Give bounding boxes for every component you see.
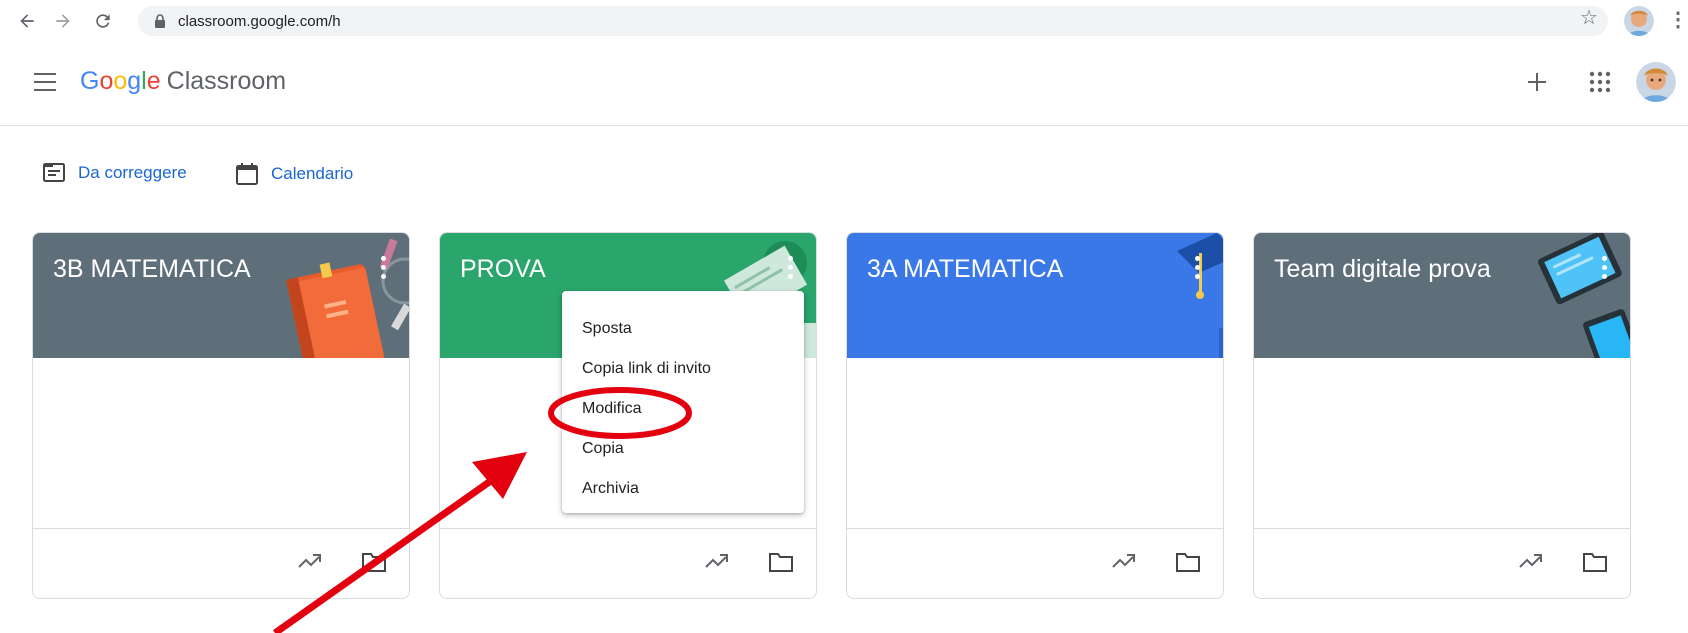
browser-toolbar: classroom.google.com/h ☆ ⋮: [0, 0, 1688, 42]
account-avatar[interactable]: [1636, 62, 1676, 102]
devices-illustration: [1538, 233, 1630, 358]
menu-item-copy-invite-link[interactable]: Copia link di invito: [562, 349, 804, 389]
class-title[interactable]: 3B MATEMATICA: [53, 255, 251, 284]
class-card-footer: [847, 528, 1223, 598]
trending-up-icon[interactable]: [1518, 551, 1544, 571]
to-review-link[interactable]: Da correggere: [42, 162, 187, 184]
url-text: classroom.google.com/h: [178, 13, 341, 30]
class-title[interactable]: 3A MATEMATICA: [867, 255, 1063, 284]
google-classroom-logo[interactable]: Google Classroom: [80, 67, 286, 96]
apps-grid-icon: [1589, 71, 1611, 93]
trending-up-icon[interactable]: [704, 551, 730, 571]
class-card-footer: [1254, 528, 1630, 598]
menu-item-archive[interactable]: Archivia: [562, 469, 804, 509]
books-illustration: [286, 238, 409, 358]
class-options-menu: Sposta Copia link di invito Modifica Cop…: [562, 291, 804, 513]
folder-icon[interactable]: [1582, 551, 1608, 573]
browser-menu-icon[interactable]: ⋮: [1668, 7, 1688, 32]
menu-item-move[interactable]: Sposta: [562, 309, 804, 349]
reload-icon[interactable]: [90, 8, 116, 34]
class-banner[interactable]: 3A MATEMATICA: [847, 233, 1223, 358]
to-review-label: Da correggere: [78, 163, 187, 182]
calendar-link[interactable]: Calendario: [235, 162, 353, 186]
main-menu-icon[interactable]: [34, 73, 56, 91]
plus-icon: [1528, 73, 1546, 91]
class-card-team-digitale-prova[interactable]: Team digitale prova: [1253, 232, 1631, 599]
bookmark-star-icon[interactable]: ☆: [1580, 8, 1598, 28]
class-title[interactable]: Team digitale prova: [1274, 255, 1491, 284]
google-apps-button[interactable]: [1578, 60, 1622, 104]
class-options-more-icon[interactable]: [373, 253, 393, 281]
assignment-icon: [43, 163, 65, 182]
lock-icon: [154, 14, 166, 33]
forward-arrow-icon[interactable]: [50, 8, 76, 34]
calendar-icon: [236, 163, 258, 185]
product-name: Classroom: [166, 67, 287, 95]
app-header: Google Classroom: [0, 42, 1688, 126]
class-options-more-icon[interactable]: [780, 253, 800, 281]
address-bar[interactable]: classroom.google.com/h: [138, 6, 1608, 36]
class-banner[interactable]: 3B MATEMATICA: [33, 233, 409, 358]
class-card-footer: [33, 528, 409, 598]
folder-icon[interactable]: [768, 551, 794, 573]
back-arrow-icon[interactable]: [14, 8, 40, 34]
class-card-footer: [440, 528, 816, 598]
class-options-more-icon[interactable]: [1187, 253, 1207, 281]
menu-item-edit[interactable]: Modifica: [562, 389, 804, 429]
calendar-label: Calendario: [271, 164, 354, 183]
graduation-cap-illustration: [1177, 233, 1223, 358]
class-card-3a-matematica[interactable]: 3A MATEMATICA: [846, 232, 1224, 599]
browser-profile-avatar[interactable]: [1624, 6, 1654, 36]
folder-icon[interactable]: [1175, 551, 1201, 573]
class-options-more-icon[interactable]: [1594, 253, 1614, 281]
create-join-class-button[interactable]: [1515, 60, 1559, 104]
class-card-3b-matematica[interactable]: 3B MATEMATICA: [32, 232, 410, 599]
class-title[interactable]: PROVA: [460, 255, 546, 284]
trending-up-icon[interactable]: [297, 551, 323, 571]
menu-item-copy[interactable]: Copia: [562, 429, 804, 469]
folder-icon[interactable]: [361, 551, 387, 573]
class-banner[interactable]: Team digitale prova: [1254, 233, 1630, 358]
trending-up-icon[interactable]: [1111, 551, 1137, 571]
